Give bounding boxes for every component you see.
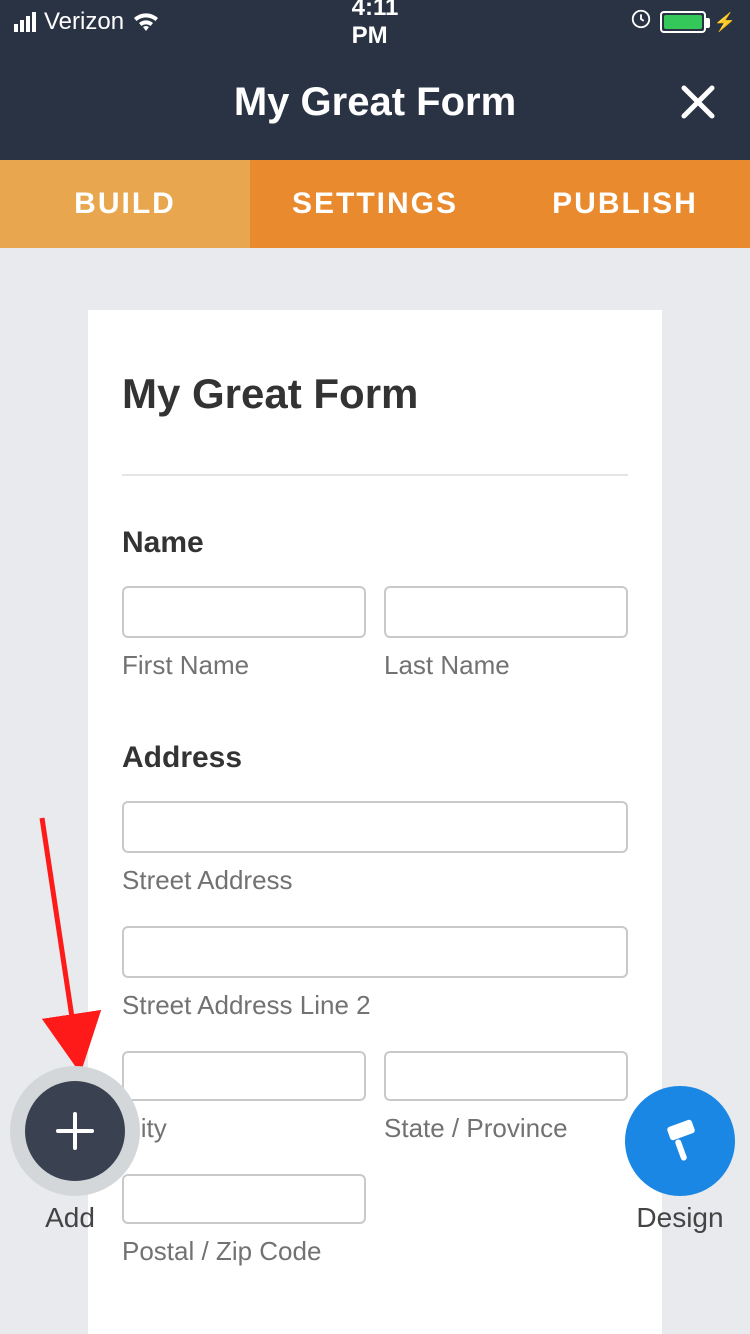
battery-icon [660, 11, 706, 33]
tab-bar: BUILD SETTINGS PUBLISH [0, 160, 750, 248]
postal-input[interactable] [122, 1174, 366, 1224]
street-address-input[interactable] [122, 801, 628, 853]
carrier-label: Verizon [44, 8, 124, 36]
nav-header: My Great Form [0, 44, 750, 160]
postal-sublabel: Postal / Zip Code [122, 1236, 366, 1267]
page-title: My Great Form [234, 80, 516, 125]
wifi-icon [132, 11, 160, 33]
first-name-input[interactable] [122, 586, 366, 638]
last-name-sublabel: Last Name [384, 650, 628, 681]
plus-icon [52, 1108, 98, 1154]
paint-roller-icon [654, 1115, 706, 1167]
divider [122, 474, 628, 476]
fab-design: Design [620, 1076, 740, 1234]
rotation-lock-icon [630, 8, 652, 37]
street-address-sublabel: Street Address [122, 865, 628, 896]
design-label: Design [620, 1202, 740, 1234]
city-sublabel: City [122, 1113, 366, 1144]
city-input[interactable] [122, 1051, 366, 1101]
signal-icon [14, 12, 36, 32]
tab-settings[interactable]: SETTINGS [250, 160, 500, 248]
close-icon [678, 82, 718, 122]
charging-icon: ⚡ [714, 12, 736, 33]
state-input[interactable] [384, 1051, 628, 1101]
form-title: My Great Form [122, 370, 628, 418]
address-label: Address [122, 741, 628, 775]
fab-add-halo [10, 1066, 140, 1196]
first-name-sublabel: First Name [122, 650, 366, 681]
form-card: My Great Form Name First Name Last Name … [88, 310, 662, 1334]
last-name-input[interactable] [384, 586, 628, 638]
clock: 4:11 PM [352, 0, 399, 50]
design-button[interactable] [625, 1086, 735, 1196]
add-label: Add [10, 1202, 130, 1234]
tab-build[interactable]: BUILD [0, 160, 250, 248]
status-bar: Verizon 4:11 PM ⚡ [0, 0, 750, 44]
state-sublabel: State / Province [384, 1113, 628, 1144]
tab-publish[interactable]: PUBLISH [500, 160, 750, 248]
street-address-2-sublabel: Street Address Line 2 [122, 990, 628, 1021]
add-button[interactable] [25, 1081, 125, 1181]
street-address-2-input[interactable] [122, 926, 628, 978]
close-button[interactable] [674, 78, 722, 126]
name-label: Name [122, 526, 628, 560]
fab-add: Add [10, 1066, 130, 1234]
